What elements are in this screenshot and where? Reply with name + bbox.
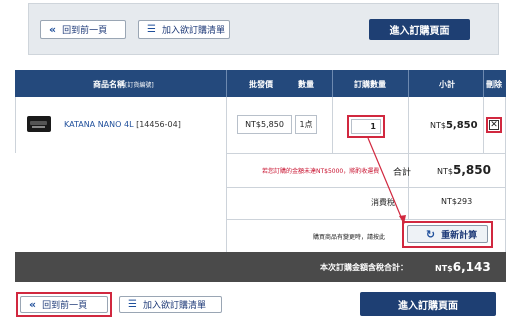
grand-total-bar: 本次訂購金額含稅合計： NT$6,143 <box>15 252 506 282</box>
grand-total-label: 本次訂購金額含稅合計： <box>320 263 408 272</box>
add-to-wishlist-button-bottom[interactable]: ☰ 加入欲訂購清單 <box>119 296 222 313</box>
list-icon: ☰ <box>128 299 137 310</box>
grand-total-amount: NT$6,143 <box>435 260 491 274</box>
proceed-button-label: 進入訂購頁面 <box>398 300 458 312</box>
wishlist-button-label: 加入欲訂購清單 <box>142 301 206 311</box>
proceed-to-order-button-bottom[interactable]: 進入訂購頁面 <box>360 292 496 316</box>
double-chevron-left-icon: « <box>29 298 37 311</box>
back-button-bottom[interactable]: « 回到前一頁 <box>20 296 108 313</box>
arrow-annotation <box>367 137 406 225</box>
back-button-label: 回到前一頁 <box>42 301 88 311</box>
